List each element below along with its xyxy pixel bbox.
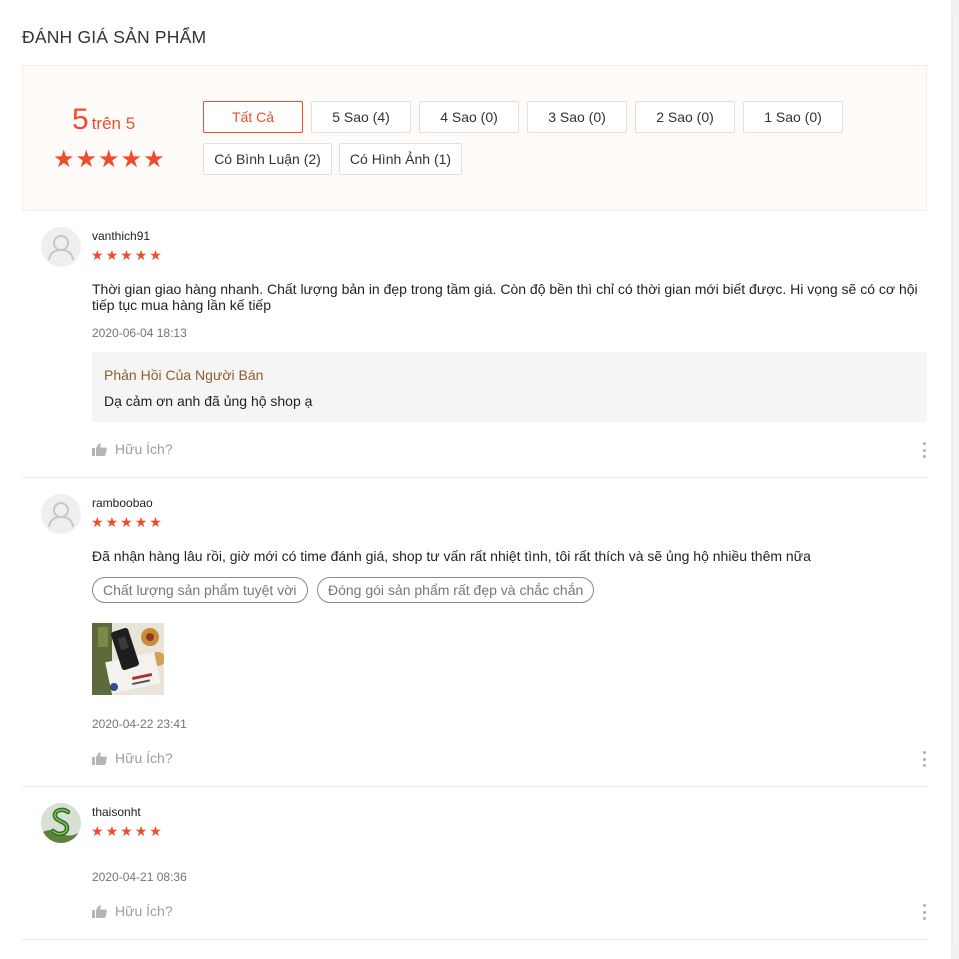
rating-overview: 5 trên 5 ★ ★ ★ ★ ★ Tất Cả 5 Sao (4) 4 Sao… [22, 65, 927, 211]
rating-score: 5 trên 5 [72, 103, 135, 137]
thumbs-up-icon [92, 904, 107, 918]
star-icon: ★ [134, 823, 148, 839]
seller-reply: Phản Hồi Của Người Bán Dạ cảm ơn anh đã … [92, 352, 927, 422]
review-rating-stars: ★ ★ ★ ★ ★ [91, 248, 162, 262]
helpful-button[interactable]: Hữu Ích? [92, 750, 173, 766]
more-options-icon[interactable] [921, 442, 927, 458]
user-avatar[interactable] [41, 227, 81, 267]
filter-4-star-button[interactable]: 4 Sao (0) [419, 101, 519, 133]
section-title: ĐÁNH GIÁ SẢN PHẨM [22, 27, 207, 47]
rating-score-value: 5 [72, 103, 89, 136]
review-rating-stars: ★ ★ ★ ★ ★ [91, 824, 162, 838]
thumbs-up-icon [92, 442, 107, 456]
helpful-label: Hữu Ích? [115, 903, 173, 919]
s-letter-avatar-icon [41, 803, 81, 843]
filter-5-star-button[interactable]: 5 Sao (4) [311, 101, 411, 133]
review-item: thaisonht ★ ★ ★ ★ ★ 2020-04-21 08:36 Hữu… [22, 787, 927, 940]
helpful-button[interactable]: Hữu Ích? [92, 903, 173, 919]
default-user-avatar-icon [48, 235, 74, 261]
product-photo-image [92, 623, 164, 695]
review-tag: Đóng gói sản phẩm rất đẹp và chắc chắn [317, 577, 595, 603]
filter-all-button[interactable]: Tất Cả [203, 101, 303, 133]
overall-rating-stars: ★ ★ ★ ★ ★ [53, 148, 165, 172]
filter-with-image-button[interactable]: Có Hình Ảnh (1) [339, 143, 462, 175]
review-comment: Thời gian giao hàng nhanh. Chất lượng bả… [92, 281, 918, 313]
review-timestamp: 2020-06-04 18:13 [92, 326, 187, 340]
review-comment: Đã nhận hàng lâu rồi, giờ mới có time đá… [92, 548, 811, 564]
star-icon: ★ [120, 514, 133, 530]
review-timestamp: 2020-04-21 08:36 [92, 870, 187, 884]
star-icon: ★ [75, 146, 98, 173]
filter-1-star-button[interactable]: 1 Sao (0) [743, 101, 843, 133]
review-username[interactable]: ramboobao [92, 496, 153, 510]
filter-3-star-button[interactable]: 3 Sao (0) [527, 101, 627, 133]
star-icon: ★ [53, 146, 75, 173]
star-icon: ★ [134, 514, 148, 530]
star-icon: ★ [105, 823, 119, 839]
star-icon: ★ [105, 514, 119, 530]
scrollbar-thumb[interactable] [952, 14, 958, 944]
helpful-label: Hữu Ích? [115, 750, 173, 766]
star-icon: ★ [134, 247, 148, 263]
star-icon: ★ [149, 823, 162, 839]
helpful-button[interactable]: Hữu Ích? [92, 441, 173, 457]
review-username[interactable]: vanthich91 [92, 229, 150, 243]
thumbs-up-icon [92, 751, 107, 765]
review-rating-stars: ★ ★ ★ ★ ★ [91, 515, 162, 529]
star-icon: ★ [143, 146, 165, 173]
default-user-avatar-icon [48, 502, 74, 528]
review-username[interactable]: thaisonht [92, 805, 141, 819]
review-tag: Chất lượng sản phẩm tuyệt vời [92, 577, 308, 603]
star-icon: ★ [91, 823, 104, 839]
star-icon: ★ [149, 514, 162, 530]
more-options-icon[interactable] [921, 904, 927, 920]
star-icon: ★ [120, 146, 143, 173]
star-icon: ★ [91, 247, 104, 263]
review-photo[interactable] [92, 623, 164, 695]
seller-reply-text: Dạ cảm ơn anh đã ủng hộ shop ạ [104, 393, 313, 409]
filter-2-star-button[interactable]: 2 Sao (0) [635, 101, 735, 133]
star-icon: ★ [105, 247, 119, 263]
star-icon: ★ [120, 823, 133, 839]
user-avatar[interactable] [41, 494, 81, 534]
star-icon: ★ [98, 146, 120, 173]
review-item: vanthich91 ★ ★ ★ ★ ★ Thời gian giao hàng… [22, 211, 927, 478]
more-options-icon[interactable] [921, 751, 927, 767]
rating-score-suffix: trên 5 [91, 114, 136, 133]
seller-reply-title: Phản Hồi Của Người Bán [104, 367, 264, 383]
star-icon: ★ [120, 247, 133, 263]
filter-with-comment-button[interactable]: Có Bình Luận (2) [203, 143, 332, 175]
user-avatar[interactable] [41, 803, 81, 843]
review-timestamp: 2020-04-22 23:41 [92, 717, 187, 731]
helpful-label: Hữu Ích? [115, 441, 173, 457]
review-item: ramboobao ★ ★ ★ ★ ★ Đã nhận hàng lâu rồi… [22, 478, 927, 787]
star-icon: ★ [149, 247, 162, 263]
star-icon: ★ [91, 514, 104, 530]
